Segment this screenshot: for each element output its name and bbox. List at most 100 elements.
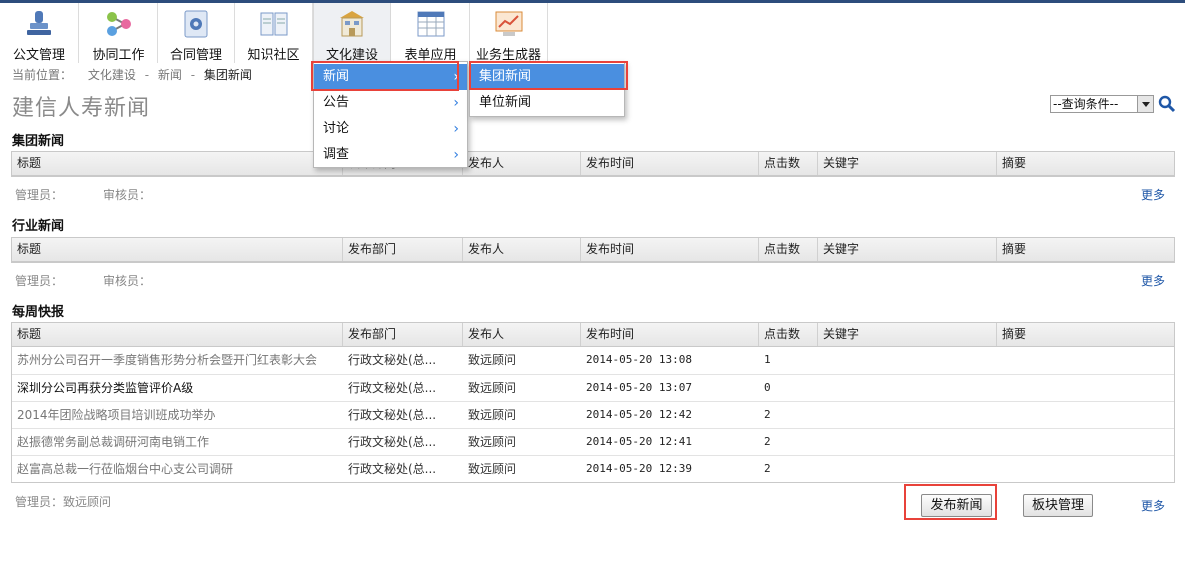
toolbar-item-contract[interactable]: 合同管理: [158, 3, 235, 63]
culture-dropdown-menu: 新闻 › 公告 › 讨论 › 调查 ›: [313, 61, 468, 168]
table-row[interactable]: 赵富高总裁一行莅临烟台中心支公司调研 行政文秘处(总... 致远顾问 2014-…: [12, 455, 1174, 482]
breadcrumb: 当前位置： 文化建设 - 新闻 - 集团新闻: [12, 66, 252, 83]
column-header[interactable]: 发布人: [462, 323, 580, 346]
table-header: 标题 发布部门 发布人 发布时间 点击数 关键字 摘要: [12, 323, 1174, 347]
table-row[interactable]: 苏州分公司召开一季度销售形势分析会暨开门红表彰大会 行政文秘处(总... 致远顾…: [12, 347, 1174, 374]
cell-dept: 行政文秘处(总...: [348, 462, 437, 476]
column-header[interactable]: 标题: [12, 238, 342, 261]
table-row[interactable]: 深圳分公司再获分类监管评价A级 行政文秘处(总... 致远顾问 2014-05-…: [12, 374, 1174, 401]
section-meta: 管理员： 审核员：: [15, 186, 191, 203]
gear-document-icon: [184, 10, 208, 38]
cell-author: 致远顾问: [468, 462, 517, 476]
news-title-link[interactable]: 苏州分公司召开一季度销售形势分析会暨开门红表彰大会: [12, 347, 342, 373]
column-header[interactable]: 发布时间: [580, 323, 758, 346]
cell-time: 2014-05-20 12:39: [586, 462, 692, 475]
cell-time: 2014-05-20 13:08: [586, 353, 692, 366]
query-condition-select[interactable]: --查询条件--: [1050, 95, 1154, 113]
menu-item-label: 公告: [323, 95, 350, 110]
toolbar-item-forms[interactable]: 表单应用: [392, 3, 470, 63]
cell-time: 2014-05-20 12:41: [586, 435, 692, 448]
section-meta: 管理员： 审核员：: [15, 272, 191, 289]
cell-dept: 行政文秘处(总...: [348, 381, 437, 395]
building-icon: [340, 11, 364, 37]
menu-item-survey[interactable]: 调查 ›: [314, 142, 467, 168]
chevron-right-icon: ›: [453, 95, 459, 111]
column-header[interactable]: 标题: [12, 323, 342, 346]
toolbar-label: 合同管理: [169, 48, 222, 63]
cell-clicks: 2: [764, 408, 771, 421]
news-title-link[interactable]: 赵富高总裁一行莅临烟台中心支公司调研: [12, 456, 342, 482]
cell-dept: 行政文秘处(总...: [348, 435, 437, 449]
news-title-link[interactable]: 赵振德常务副总裁调研河南电销工作: [12, 429, 342, 455]
toolbar-label: 公文管理: [12, 48, 65, 63]
cell-clicks: 0: [764, 381, 771, 394]
board-manage-button[interactable]: 板块管理: [1023, 494, 1093, 517]
cell-author: 致远顾问: [468, 435, 517, 449]
cell-dept: 行政文秘处(总...: [348, 353, 437, 367]
section-title: 集团新闻: [12, 134, 65, 149]
more-link[interactable]: 更多: [1141, 272, 1165, 289]
toolbar-item-collaboration[interactable]: 协同工作: [80, 3, 158, 63]
column-header[interactable]: 发布时间: [580, 152, 758, 175]
menu-item-label: 调查: [323, 147, 350, 162]
breadcrumb-prefix: 当前位置：: [12, 68, 73, 82]
column-header[interactable]: 发布部门: [342, 238, 462, 261]
cell-clicks: 2: [764, 462, 771, 475]
section-meta: 管理员：致远顾问: [15, 493, 151, 510]
cell-clicks: 2: [764, 435, 771, 448]
column-header[interactable]: 摘要: [996, 323, 1174, 346]
news-title-link[interactable]: 深圳分公司再获分类监管评价A级: [12, 375, 342, 401]
toolbar-item-builder[interactable]: 业务生成器: [470, 3, 548, 63]
chevron-down-icon[interactable]: [1137, 96, 1153, 112]
reviewer-label: 审核员：: [103, 274, 152, 288]
column-header[interactable]: 关键字: [817, 323, 996, 346]
menu-item-discussion[interactable]: 讨论 ›: [314, 116, 467, 142]
menu-item-label: 讨论: [323, 121, 350, 136]
toolbar-item-knowledge[interactable]: 知识社区: [235, 3, 313, 63]
chevron-right-icon: ›: [453, 69, 459, 85]
column-header[interactable]: 发布人: [462, 152, 580, 175]
column-header[interactable]: 摘要: [996, 238, 1174, 261]
news-title-link[interactable]: 2014年团险战略项目培训班成功举办: [12, 402, 342, 428]
chevron-right-icon: ›: [453, 147, 459, 163]
column-header[interactable]: 点击数: [758, 323, 817, 346]
more-link[interactable]: 更多: [1141, 497, 1165, 514]
publish-news-button[interactable]: 发布新闻: [921, 494, 992, 517]
main-toolbar: 公文管理 协同工作 合同管理 知识社区 文化建设 表单应用 业务生成器: [0, 3, 1185, 63]
section-title: 每周快报: [12, 305, 65, 320]
chevron-right-icon: ›: [453, 121, 459, 137]
column-header[interactable]: 标题: [12, 152, 342, 175]
breadcrumb-separator: -: [144, 68, 150, 82]
network-icon: [106, 12, 131, 36]
stamp-icon: [27, 11, 51, 35]
breadcrumb-item[interactable]: 文化建设: [88, 68, 136, 82]
column-header[interactable]: 关键字: [817, 152, 996, 175]
column-header[interactable]: 点击数: [758, 152, 817, 175]
column-header[interactable]: 发布时间: [580, 238, 758, 261]
table-row[interactable]: 2014年团险战略项目培训班成功举办 行政文秘处(总... 致远顾问 2014-…: [12, 401, 1174, 428]
toolbar-label: 知识社区: [247, 48, 300, 63]
column-header[interactable]: 关键字: [817, 238, 996, 261]
submenu-item-unit-news[interactable]: 单位新闻: [470, 90, 624, 116]
submenu-item-group-news[interactable]: 集团新闻: [470, 64, 624, 90]
breadcrumb-separator: -: [190, 68, 196, 82]
toolbar-item-official-docs[interactable]: 公文管理: [0, 3, 79, 63]
chart-screen-icon: [495, 11, 522, 36]
column-header[interactable]: 发布部门: [342, 323, 462, 346]
page-title: 建信人寿新闻: [12, 96, 151, 121]
menu-item-announcement[interactable]: 公告 ›: [314, 90, 467, 116]
group-news-table: 标题 发布部门 发布人 发布时间 点击数 关键字 摘要: [11, 151, 1175, 177]
breadcrumb-current: 集团新闻: [203, 68, 252, 82]
search-icon[interactable]: [1158, 95, 1176, 113]
cell-clicks: 1: [764, 353, 771, 366]
column-header[interactable]: 摘要: [996, 152, 1174, 175]
column-header[interactable]: 发布人: [462, 238, 580, 261]
section-title: 行业新闻: [12, 219, 65, 234]
column-header[interactable]: 点击数: [758, 238, 817, 261]
table-header: 标题 发布部门 发布人 发布时间 点击数 关键字 摘要: [12, 238, 1174, 262]
breadcrumb-item[interactable]: 新闻: [158, 68, 182, 82]
toolbar-item-culture[interactable]: 文化建设: [313, 3, 391, 63]
table-row[interactable]: 赵振德常务副总裁调研河南电销工作 行政文秘处(总... 致远顾问 2014-05…: [12, 428, 1174, 455]
menu-item-news[interactable]: 新闻 ›: [314, 64, 467, 90]
more-link[interactable]: 更多: [1141, 186, 1165, 203]
